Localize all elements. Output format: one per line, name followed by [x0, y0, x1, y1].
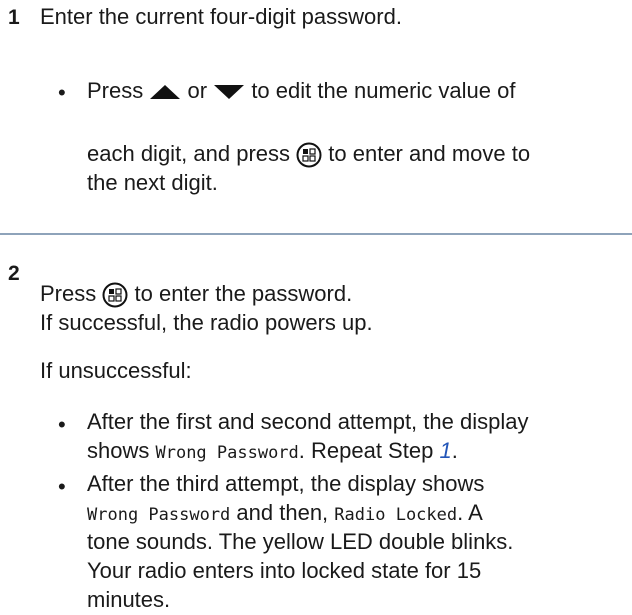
display-text: Radio Locked: [334, 505, 458, 525]
step-reference-link[interactable]: 1: [439, 438, 451, 463]
bullet1-line2: shows Wrong Password. Repeat Step 1.: [87, 438, 458, 463]
step-number-2: 2: [8, 262, 20, 285]
step-number-1: 1: [8, 6, 20, 29]
bullet-dot: •: [58, 80, 66, 105]
display-text: Wrong Password: [87, 505, 231, 525]
step1-bullet-line3: the next digit.: [87, 170, 218, 195]
step2-press-line: Press to enter the password.: [40, 279, 352, 309]
arrow-up-icon: [150, 85, 181, 100]
step1-bullet-line2: each digit, and press to enter and move …: [87, 139, 530, 169]
step-divider: [0, 233, 632, 235]
bullet-dot: •: [58, 474, 66, 499]
arrow-down-icon: [214, 85, 245, 100]
bullet2-line2: Wrong Password and then, Radio Locked. A: [87, 500, 483, 525]
menu-ok-button-icon: [296, 142, 322, 168]
step1-bullet-line1: Press or to edit the numeric value of: [87, 78, 516, 103]
bullet2-line4: Your radio enters into locked state for …: [87, 558, 482, 583]
bullet2-line5: minutes.: [87, 587, 171, 612]
step2-unsuccessful: If unsuccessful:: [40, 358, 192, 383]
bullet2-line1: After the third attempt, the display sho…: [87, 471, 485, 496]
display-text: Wrong Password: [155, 443, 299, 463]
bullet2-line3: tone sounds. The yellow LED double blink…: [87, 529, 514, 554]
bullet-dot: •: [58, 412, 66, 437]
menu-ok-button-icon: [102, 282, 128, 308]
bullet1-line1: After the first and second attempt, the …: [87, 409, 529, 434]
step2-success: If successful, the radio powers up.: [40, 310, 373, 335]
step1-instruction: Enter the current four-digit password.: [40, 4, 402, 29]
